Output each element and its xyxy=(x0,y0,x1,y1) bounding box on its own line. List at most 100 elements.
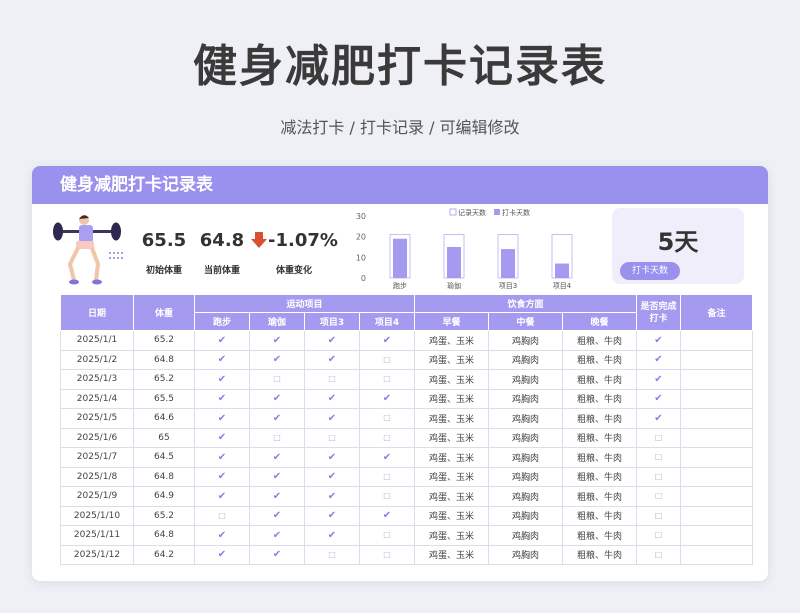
cell-exercise-checkbox[interactable]: □ xyxy=(359,486,415,507)
check-icon[interactable]: ✔ xyxy=(273,393,281,404)
cell-exercise-checkbox[interactable]: ✔ xyxy=(194,525,250,546)
cell-exercise-checkbox[interactable]: □ xyxy=(304,544,360,565)
empty-box-icon[interactable]: □ xyxy=(383,472,391,481)
check-icon[interactable]: ✔ xyxy=(273,335,281,346)
check-icon[interactable]: ✔ xyxy=(218,452,226,463)
check-icon[interactable]: ✔ xyxy=(383,452,391,463)
cell-done-checkbox[interactable]: ✔ xyxy=(636,369,681,390)
check-icon[interactable]: ✔ xyxy=(273,452,281,463)
cell-note[interactable] xyxy=(680,447,753,468)
check-icon[interactable]: ✔ xyxy=(654,374,662,385)
cell-note[interactable] xyxy=(680,427,753,448)
cell-done-checkbox[interactable]: □ xyxy=(636,525,681,546)
cell-exercise-checkbox[interactable]: ✔ xyxy=(249,408,305,429)
cell-exercise-checkbox[interactable]: ✔ xyxy=(249,466,305,487)
check-icon[interactable]: ✔ xyxy=(218,374,226,385)
cell-exercise-checkbox[interactable]: ✔ xyxy=(194,544,250,565)
check-icon[interactable]: ✔ xyxy=(328,530,336,541)
check-icon[interactable]: ✔ xyxy=(218,393,226,404)
cell-exercise-checkbox[interactable]: ✔ xyxy=(194,330,250,351)
check-icon[interactable]: ✔ xyxy=(654,393,662,404)
cell-exercise-checkbox[interactable]: ✔ xyxy=(194,427,250,448)
cell-exercise-checkbox[interactable]: ✔ xyxy=(304,486,360,507)
cell-exercise-checkbox[interactable]: □ xyxy=(194,505,250,526)
cell-exercise-checkbox[interactable]: ✔ xyxy=(249,349,305,370)
check-icon[interactable]: ✔ xyxy=(218,354,226,365)
cell-exercise-checkbox[interactable]: ✔ xyxy=(304,525,360,546)
cell-done-checkbox[interactable]: □ xyxy=(636,466,681,487)
check-icon[interactable]: ✔ xyxy=(383,335,391,346)
check-icon[interactable]: ✔ xyxy=(328,354,336,365)
check-icon[interactable]: ✔ xyxy=(273,530,281,541)
cell-exercise-checkbox[interactable]: ✔ xyxy=(249,486,305,507)
checkin-days-button[interactable]: 打卡天数 xyxy=(620,262,680,280)
check-icon[interactable]: ✔ xyxy=(328,471,336,482)
cell-exercise-checkbox[interactable]: ✔ xyxy=(304,330,360,351)
cell-exercise-checkbox[interactable]: □ xyxy=(359,427,415,448)
check-icon[interactable]: ✔ xyxy=(654,413,662,424)
empty-box-icon[interactable]: □ xyxy=(383,491,391,500)
check-icon[interactable]: ✔ xyxy=(383,393,391,404)
empty-box-icon[interactable]: □ xyxy=(655,433,663,442)
check-icon[interactable]: ✔ xyxy=(654,335,662,346)
cell-exercise-checkbox[interactable]: ✔ xyxy=(304,505,360,526)
cell-exercise-checkbox[interactable]: □ xyxy=(359,369,415,390)
check-icon[interactable]: ✔ xyxy=(218,491,226,502)
cell-exercise-checkbox[interactable]: ✔ xyxy=(304,466,360,487)
cell-done-checkbox[interactable]: □ xyxy=(636,505,681,526)
cell-note[interactable] xyxy=(680,388,753,409)
cell-done-checkbox[interactable]: ✔ xyxy=(636,408,681,429)
empty-box-icon[interactable]: □ xyxy=(218,511,226,520)
cell-exercise-checkbox[interactable]: ✔ xyxy=(194,447,250,468)
cell-exercise-checkbox[interactable]: ✔ xyxy=(304,388,360,409)
cell-exercise-checkbox[interactable]: ✔ xyxy=(249,544,305,565)
empty-box-icon[interactable]: □ xyxy=(655,550,663,559)
cell-exercise-checkbox[interactable]: □ xyxy=(249,369,305,390)
empty-box-icon[interactable]: □ xyxy=(383,433,391,442)
empty-box-icon[interactable]: □ xyxy=(655,452,663,461)
cell-exercise-checkbox[interactable]: □ xyxy=(359,349,415,370)
check-icon[interactable]: ✔ xyxy=(218,471,226,482)
check-icon[interactable]: ✔ xyxy=(273,510,281,521)
cell-done-checkbox[interactable]: ✔ xyxy=(636,330,681,351)
cell-exercise-checkbox[interactable]: □ xyxy=(359,408,415,429)
cell-exercise-checkbox[interactable]: ✔ xyxy=(249,525,305,546)
cell-exercise-checkbox[interactable]: ✔ xyxy=(249,330,305,351)
cell-exercise-checkbox[interactable]: ✔ xyxy=(249,505,305,526)
cell-exercise-checkbox[interactable]: ✔ xyxy=(359,505,415,526)
cell-done-checkbox[interactable]: □ xyxy=(636,486,681,507)
cell-done-checkbox[interactable]: □ xyxy=(636,427,681,448)
cell-exercise-checkbox[interactable]: ✔ xyxy=(194,388,250,409)
cell-done-checkbox[interactable]: ✔ xyxy=(636,349,681,370)
check-icon[interactable]: ✔ xyxy=(383,510,391,521)
check-icon[interactable]: ✔ xyxy=(218,549,226,560)
cell-exercise-checkbox[interactable]: ✔ xyxy=(359,330,415,351)
cell-note[interactable] xyxy=(680,544,753,565)
empty-box-icon[interactable]: □ xyxy=(383,550,391,559)
cell-exercise-checkbox[interactable]: □ xyxy=(359,466,415,487)
cell-exercise-checkbox[interactable]: ✔ xyxy=(304,408,360,429)
check-icon[interactable]: ✔ xyxy=(218,335,226,346)
check-icon[interactable]: ✔ xyxy=(273,413,281,424)
cell-exercise-checkbox[interactable]: □ xyxy=(304,369,360,390)
cell-exercise-checkbox[interactable]: ✔ xyxy=(194,466,250,487)
empty-box-icon[interactable]: □ xyxy=(383,530,391,539)
cell-note[interactable] xyxy=(680,369,753,390)
cell-note[interactable] xyxy=(680,330,753,351)
empty-box-icon[interactable]: □ xyxy=(273,433,281,442)
cell-done-checkbox[interactable]: □ xyxy=(636,447,681,468)
cell-exercise-checkbox[interactable]: ✔ xyxy=(359,447,415,468)
cell-exercise-checkbox[interactable]: □ xyxy=(359,525,415,546)
empty-box-icon[interactable]: □ xyxy=(328,374,336,383)
check-icon[interactable]: ✔ xyxy=(273,471,281,482)
cell-note[interactable] xyxy=(680,349,753,370)
check-icon[interactable]: ✔ xyxy=(328,452,336,463)
check-icon[interactable]: ✔ xyxy=(218,413,226,424)
check-icon[interactable]: ✔ xyxy=(328,413,336,424)
cell-exercise-checkbox[interactable]: ✔ xyxy=(194,369,250,390)
cell-note[interactable] xyxy=(680,466,753,487)
check-icon[interactable]: ✔ xyxy=(328,335,336,346)
empty-box-icon[interactable]: □ xyxy=(383,355,391,364)
cell-exercise-checkbox[interactable]: ✔ xyxy=(194,408,250,429)
cell-exercise-checkbox[interactable]: ✔ xyxy=(194,349,250,370)
